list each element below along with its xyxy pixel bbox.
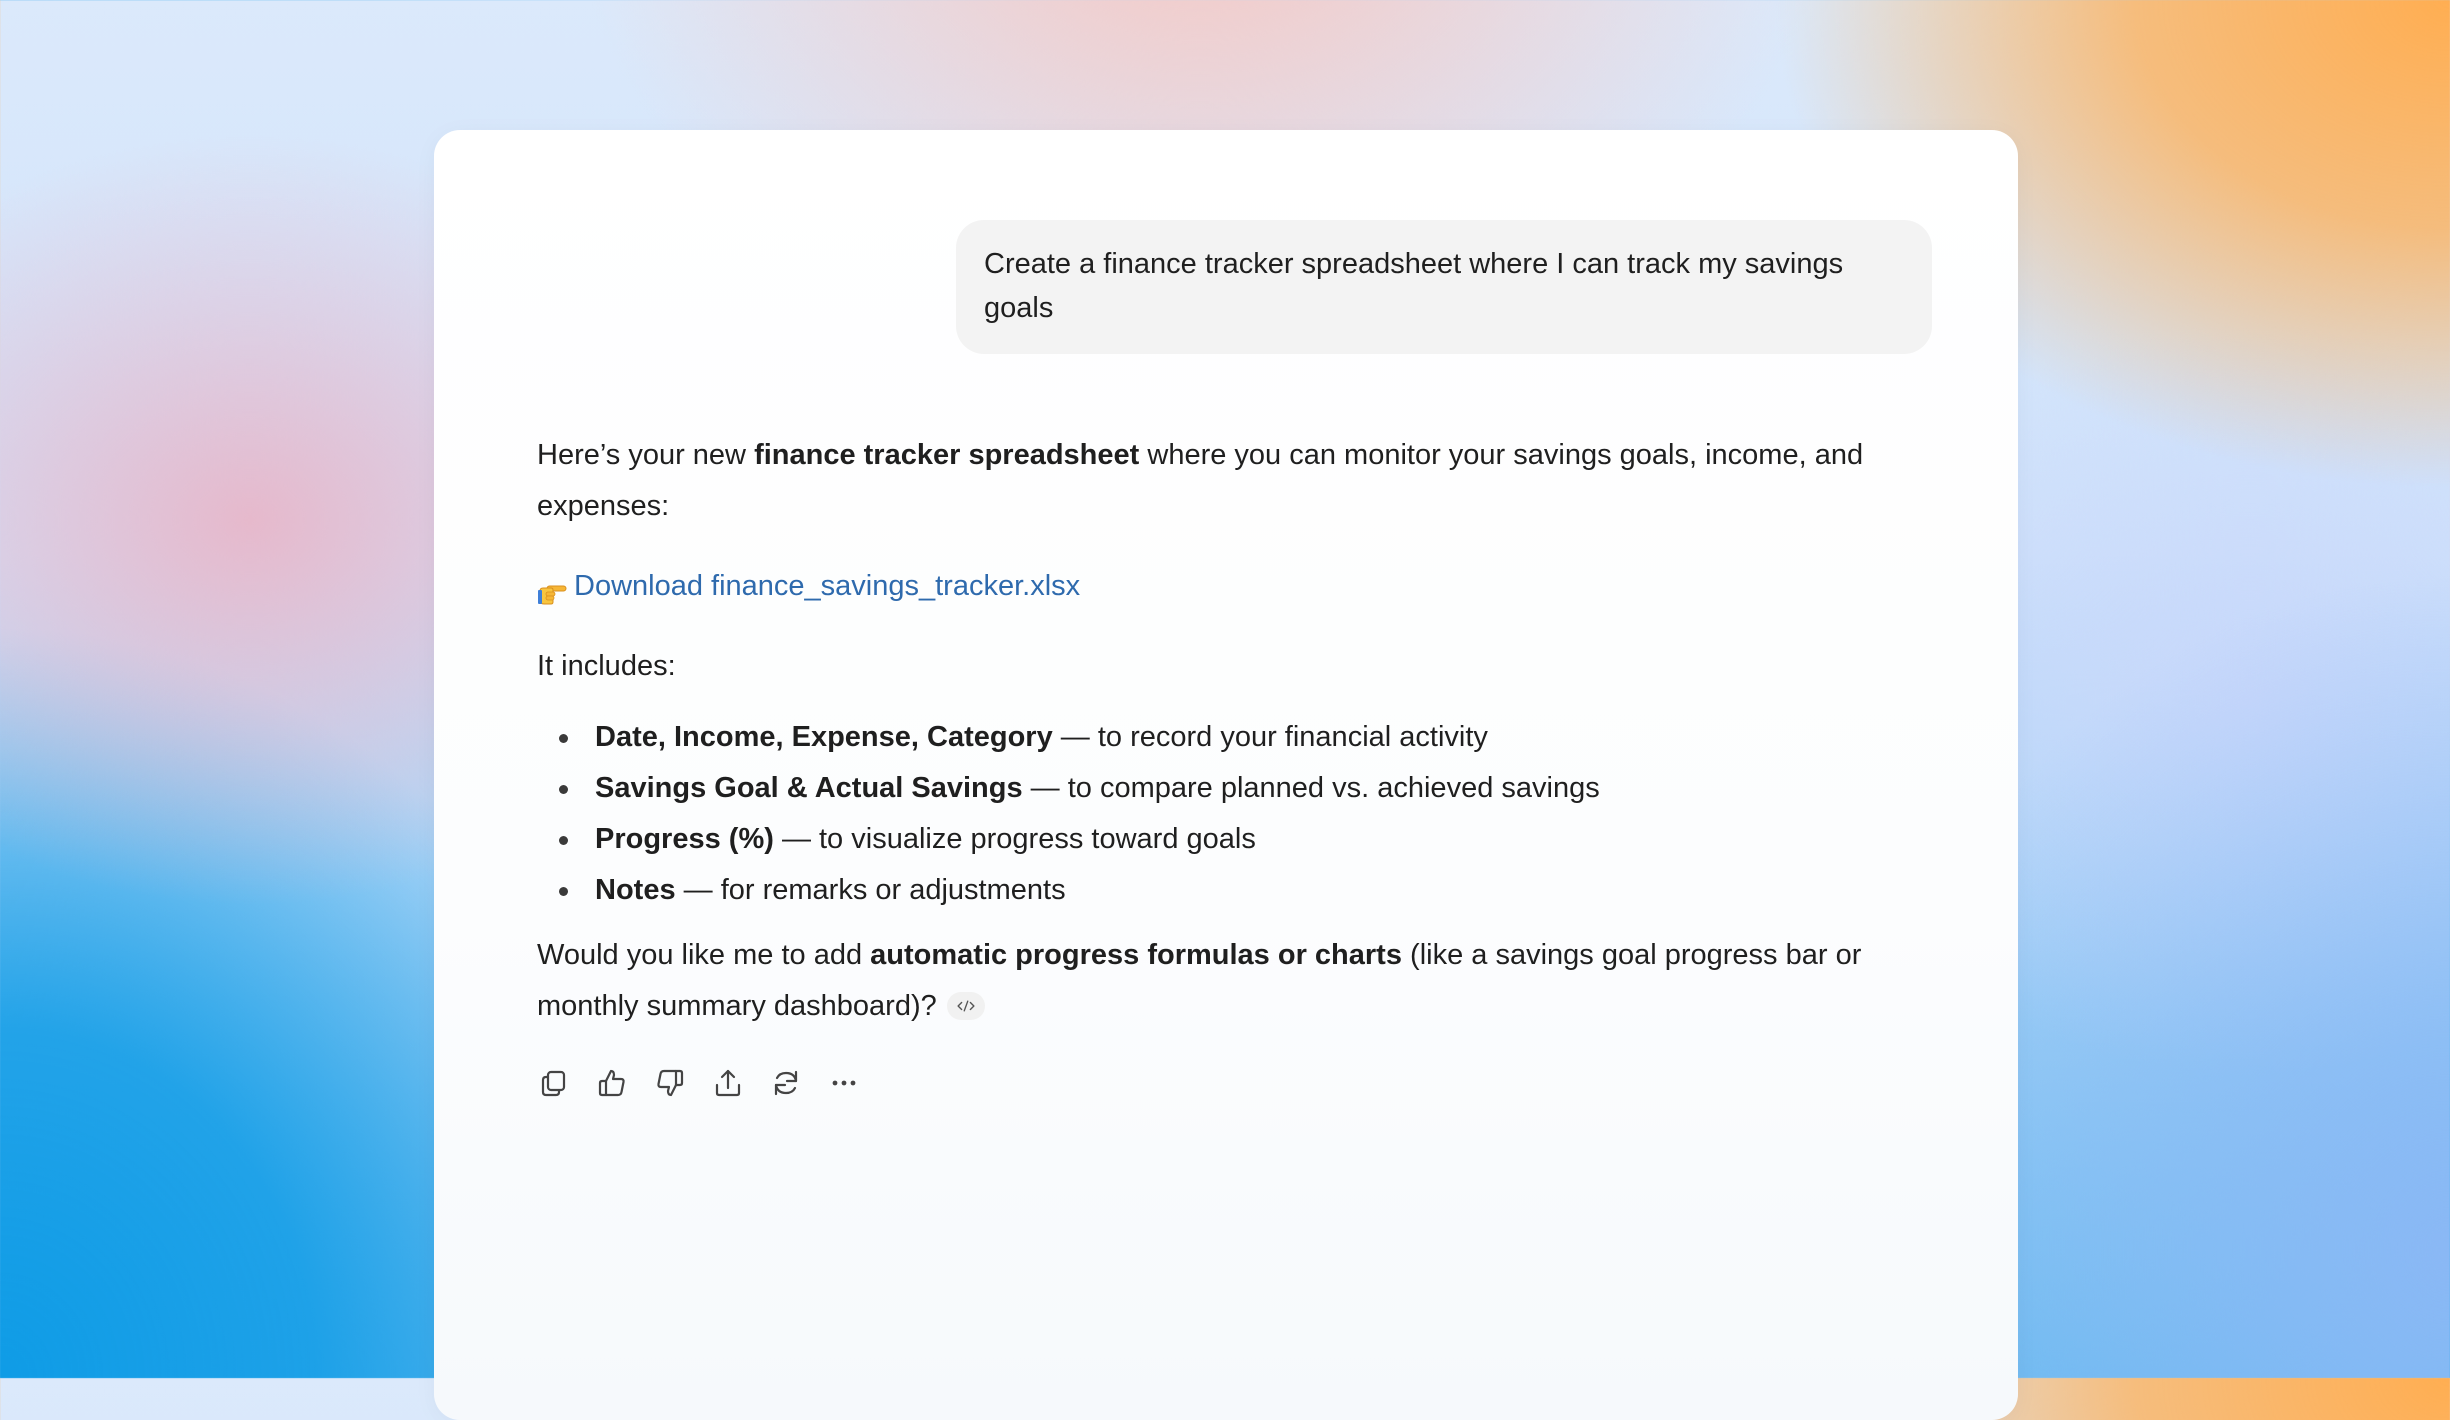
download-row: Download finance_savings_tracker.xlsx	[537, 561, 1937, 612]
followup-bold-text: automatic progress formulas or charts	[870, 939, 1402, 971]
user-message-bubble: Create a finance tracker spreadsheet whe…	[956, 220, 1932, 354]
feature-title: Savings Goal & Actual Savings	[595, 772, 1023, 804]
feature-title: Progress (%)	[595, 823, 774, 855]
feature-text: — for remarks or adjustments	[675, 874, 1066, 906]
feature-text: — to record your financial activity	[1052, 721, 1488, 753]
regenerate-button[interactable]	[769, 1066, 803, 1100]
more-button[interactable]	[827, 1066, 861, 1100]
feature-title: Notes	[595, 874, 676, 906]
intro-text: Here’s your new	[537, 439, 755, 471]
features-list: Date, Income, Expense, Category — to rec…	[537, 712, 1937, 916]
list-item: Date, Income, Expense, Category — to rec…	[537, 712, 1937, 763]
more-icon	[832, 1080, 856, 1086]
copy-button[interactable]	[537, 1066, 571, 1100]
chat-card: Create a finance tracker spreadsheet whe…	[434, 130, 2018, 1420]
code-icon[interactable]	[946, 992, 985, 1020]
download-link[interactable]: Download finance_savings_tracker.xlsx	[574, 561, 1080, 612]
thumbs-down-button[interactable]	[653, 1066, 687, 1100]
thumbs-down-icon	[657, 1069, 684, 1097]
includes-label: It includes:	[537, 650, 676, 682]
assistant-followup: Would you like me to add automatic progr…	[537, 930, 1937, 1032]
list-item: Notes — for remarks or adjustments	[537, 865, 1937, 916]
thumbs-up-icon	[598, 1069, 625, 1097]
refresh-icon	[774, 1070, 798, 1096]
feature-text: — to compare planned vs. achieved saving…	[1022, 772, 1600, 804]
share-icon	[715, 1069, 741, 1097]
thumbs-up-button[interactable]	[595, 1066, 629, 1100]
share-button[interactable]	[711, 1066, 745, 1100]
feature-title: Date, Income, Expense, Category	[595, 721, 1053, 753]
copy-icon	[541, 1070, 566, 1097]
feature-text: — to visualize progress toward goals	[773, 823, 1256, 855]
user-message-text: Create a finance tracker spreadsheet whe…	[984, 248, 1844, 324]
assistant-message: Here’s your new finance tracker spreadsh…	[537, 430, 1937, 1032]
list-item: Progress (%) — to visualize progress tow…	[537, 814, 1937, 865]
message-actions	[537, 1066, 861, 1100]
assistant-intro: Here’s your new finance tracker spreadsh…	[537, 430, 1937, 532]
pointing-hand-icon	[537, 574, 569, 604]
intro-bold-text: finance tracker spreadsheet	[754, 439, 1140, 471]
list-item: Savings Goal & Actual Savings — to compa…	[537, 763, 1937, 814]
followup-text: Would you like me to add	[537, 939, 871, 971]
